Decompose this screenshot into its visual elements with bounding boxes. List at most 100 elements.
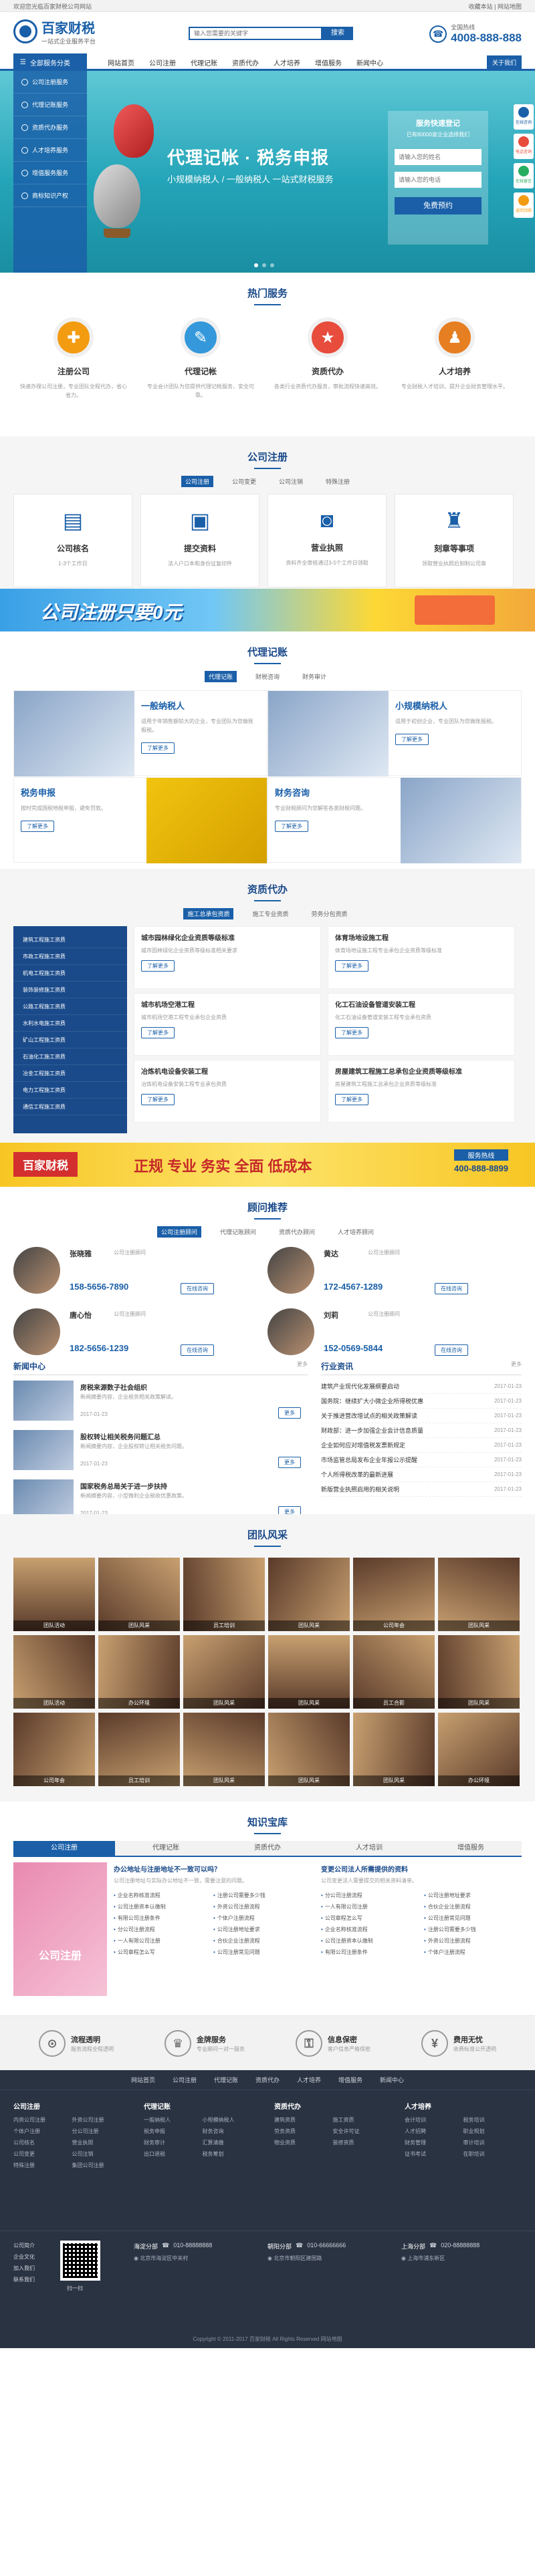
knowledge-list-item[interactable]: • 分公司注册流程 xyxy=(321,1892,419,1899)
float-button[interactable]: 电话咨询 xyxy=(514,134,534,159)
knowledge-list-item[interactable]: • 公司注册资本认缴制 xyxy=(321,1937,419,1945)
team-photo[interactable]: 团队风采 xyxy=(268,1635,350,1709)
accounting-card[interactable]: 一般纳税人 适用于年销售额较大的企业，专业团队为您做账报税。 了解更多 xyxy=(13,690,268,776)
footer-link[interactable]: 分公司注册 xyxy=(72,2128,131,2135)
footer-link[interactable]: 施工资质 xyxy=(333,2116,392,2124)
footer-link[interactable]: 职业规划 xyxy=(463,2128,522,2135)
qual-menu-item[interactable]: 装饰装修施工资质 xyxy=(13,982,127,998)
footer-link[interactable]: 人才招聘 xyxy=(405,2128,463,2135)
team-photo[interactable]: 办公环境 xyxy=(438,1713,520,1786)
nav-item[interactable]: 新闻中心 xyxy=(349,57,391,67)
learn-more-button[interactable]: 了解更多 xyxy=(141,960,175,972)
consult-online-button[interactable]: 在线咨询 xyxy=(181,1283,214,1294)
knowledge-left-title[interactable]: 办公地址与注册地址不一致可以吗？ xyxy=(114,1864,308,1874)
sidebar-item[interactable]: 增值服务服务 xyxy=(13,162,87,184)
learn-more-button[interactable]: 了解更多 xyxy=(335,1027,368,1038)
knowledge-tab[interactable]: 资质代办 xyxy=(217,1841,318,1856)
nav-item[interactable]: 公司注册 xyxy=(142,57,183,67)
industry-item[interactable]: 市场监管总局发布企业年报公示提醒 2017-01-23 xyxy=(321,1453,522,1467)
learn-more-button[interactable]: 了解更多 xyxy=(141,1027,175,1038)
knowledge-list-item[interactable]: • 注册公司需要多少钱 xyxy=(213,1892,308,1899)
footer-nav-link[interactable]: 网站首页 xyxy=(131,2070,155,2090)
qual-menu-item[interactable]: 公路工程施工资质 xyxy=(13,998,127,1015)
footer-link[interactable]: 税务申报 xyxy=(144,2128,203,2135)
footer-link[interactable]: 出口退税 xyxy=(144,2150,203,2158)
footer-link[interactable]: 财务审计 xyxy=(144,2139,203,2146)
qual-item[interactable]: 冶炼机电设备安装工程 冶炼机电设备安装工程专业承包资质 了解更多 xyxy=(134,1060,321,1123)
learn-more-button[interactable]: 了解更多 xyxy=(335,960,368,972)
knowledge-list-item[interactable]: • 公司注册地址要求 xyxy=(213,1926,308,1933)
consult-online-button[interactable]: 在线咨询 xyxy=(181,1344,214,1356)
nav-item[interactable]: 代理记账 xyxy=(183,57,225,67)
consult-online-button[interactable]: 在线咨询 xyxy=(435,1283,468,1294)
team-photo[interactable]: 团队风采 xyxy=(268,1558,350,1631)
float-button[interactable]: 返回顶部 xyxy=(514,192,534,218)
footer-left-link[interactable]: 加入我们 xyxy=(13,2265,54,2272)
accounting-card[interactable]: 税务申报 按时完成国税地税申报，避免罚款。 了解更多 xyxy=(13,777,268,863)
qual-menu-item[interactable]: 建筑工程施工资质 xyxy=(13,932,127,948)
footer-nav-link[interactable]: 资质代办 xyxy=(255,2070,280,2090)
qual-item[interactable]: 体育场地设施工程 体育场地设施工程专业承包企业资质等级标准 了解更多 xyxy=(328,926,515,989)
sidebar-item[interactable]: 资质代办服务 xyxy=(13,116,87,139)
qual-menu-item[interactable]: 冶金工程施工资质 xyxy=(13,1065,127,1082)
footer-link[interactable]: 公司核名 xyxy=(13,2139,72,2146)
footer-link[interactable]: 劳务资质 xyxy=(274,2128,333,2135)
knowledge-list-item[interactable]: • 合伙企业注册流程 xyxy=(213,1937,308,1945)
knowledge-list-item[interactable]: • 分公司注册流程 xyxy=(114,1926,208,1933)
footer-link[interactable]: 安全许可证 xyxy=(333,2128,392,2135)
footer-nav-link[interactable]: 代理记账 xyxy=(214,2070,238,2090)
reg-step-card[interactable]: ▤ 公司核名 1-3个工作日 xyxy=(13,494,132,587)
knowledge-tab[interactable]: 增值服务 xyxy=(420,1841,522,1856)
knowledge-list-item[interactable]: • 注册公司需要多少钱 xyxy=(424,1926,522,1933)
search-button[interactable]: 搜索 xyxy=(322,27,353,40)
knowledge-list-item[interactable]: • 有限公司注册条件 xyxy=(321,1949,419,1956)
industry-item[interactable]: 个人所得税改革的最新进展 2017-01-23 xyxy=(321,1467,522,1482)
qual-item[interactable]: 城市园林绿化企业资质等级标准 城市园林绿化企业资质等级标准相关要求 了解更多 xyxy=(134,926,321,989)
knowledge-tab[interactable]: 代理记账 xyxy=(115,1841,217,1856)
slider-dot[interactable] xyxy=(270,263,274,267)
team-photo[interactable]: 团队风采 xyxy=(98,1558,180,1631)
hot-service-card[interactable]: ♟ 人才培养 专业财税人才培训，提升企业财务管理水平。 xyxy=(395,317,515,391)
knowledge-tab[interactable]: 人才培训 xyxy=(318,1841,420,1856)
knowledge-list-item[interactable]: • 公司注册常见问题 xyxy=(424,1914,522,1922)
qual-item[interactable]: 城市机场空港工程 城市机场空港工程专业承包企业资质 了解更多 xyxy=(134,993,321,1056)
reg-step-card[interactable]: ♜ 刻章等事项 领取营业执照后刻制公司章 xyxy=(395,494,514,587)
sidebar-item[interactable]: 公司注册服务 xyxy=(13,71,87,94)
learn-more-button[interactable]: 了解更多 xyxy=(21,821,54,832)
footer-link[interactable]: 建筑资质 xyxy=(274,2116,333,2124)
team-photo[interactable]: 员工合影 xyxy=(353,1635,435,1709)
logo[interactable]: 百家财税 一站式企业服务平台 xyxy=(13,17,96,45)
view-more-button[interactable]: 更多 xyxy=(278,1457,301,1468)
news-item[interactable]: 房税来源数子社会组织 新闻摘要内容，企业税务相关政策解读。 2017-01-23 更多 xyxy=(13,1381,308,1425)
slider-dot[interactable] xyxy=(254,263,258,267)
consultant-tab[interactable]: 人才培养顾问 xyxy=(334,1226,378,1238)
name-field[interactable] xyxy=(395,149,481,165)
qual-tab[interactable]: 施工总承包资质 xyxy=(183,908,234,919)
nav-item[interactable]: 增值服务 xyxy=(308,57,349,67)
footer-link[interactable]: 财务管理 xyxy=(405,2139,463,2146)
qual-menu-item[interactable]: 电力工程施工资质 xyxy=(13,1082,127,1099)
nav-item[interactable]: 人才培养 xyxy=(266,57,308,67)
footer-link[interactable]: 物业资质 xyxy=(274,2139,333,2146)
footer-left-link[interactable]: 联系我们 xyxy=(13,2276,54,2283)
knowledge-right-title[interactable]: 变更公司法人所需提供的资料 xyxy=(321,1864,522,1874)
appointment-button[interactable]: 免费预约 xyxy=(395,197,481,214)
reg-tab[interactable]: 公司变更 xyxy=(228,476,260,487)
footer-nav-link[interactable]: 公司注册 xyxy=(173,2070,197,2090)
team-photo[interactable]: 团队风采 xyxy=(353,1713,435,1786)
knowledge-list-item[interactable]: • 个体户注册流程 xyxy=(424,1949,522,1956)
footer-link[interactable]: 营业执照 xyxy=(72,2139,131,2146)
footer-link[interactable]: 汇算清缴 xyxy=(203,2139,261,2146)
acc-tab[interactable]: 财税咨询 xyxy=(251,671,284,682)
category-menu-button[interactable]: ☰ 全部服务分类 xyxy=(13,53,87,71)
hot-service-card[interactable]: ★ 资质代办 各类行业资质代办服务，审批流程快速高效。 xyxy=(268,317,388,391)
qual-tab[interactable]: 施工专业资质 xyxy=(248,908,292,919)
slider-dot[interactable] xyxy=(262,263,266,267)
team-photo[interactable]: 团队活动 xyxy=(13,1635,95,1709)
knowledge-list-item[interactable]: • 公司章程怎么写 xyxy=(321,1914,419,1922)
qual-menu-item[interactable]: 矿山工程施工资质 xyxy=(13,1032,127,1048)
footer-link[interactable]: 会计培训 xyxy=(405,2116,463,2124)
search-input[interactable] xyxy=(189,27,322,40)
qual-item[interactable]: 房屋建筑工程施工总承包企业资质等级标准 房屋建筑工程施工总承包企业资质等级标准 了解… xyxy=(328,1060,515,1123)
footer-link[interactable]: 一般纳税人 xyxy=(144,2116,203,2124)
